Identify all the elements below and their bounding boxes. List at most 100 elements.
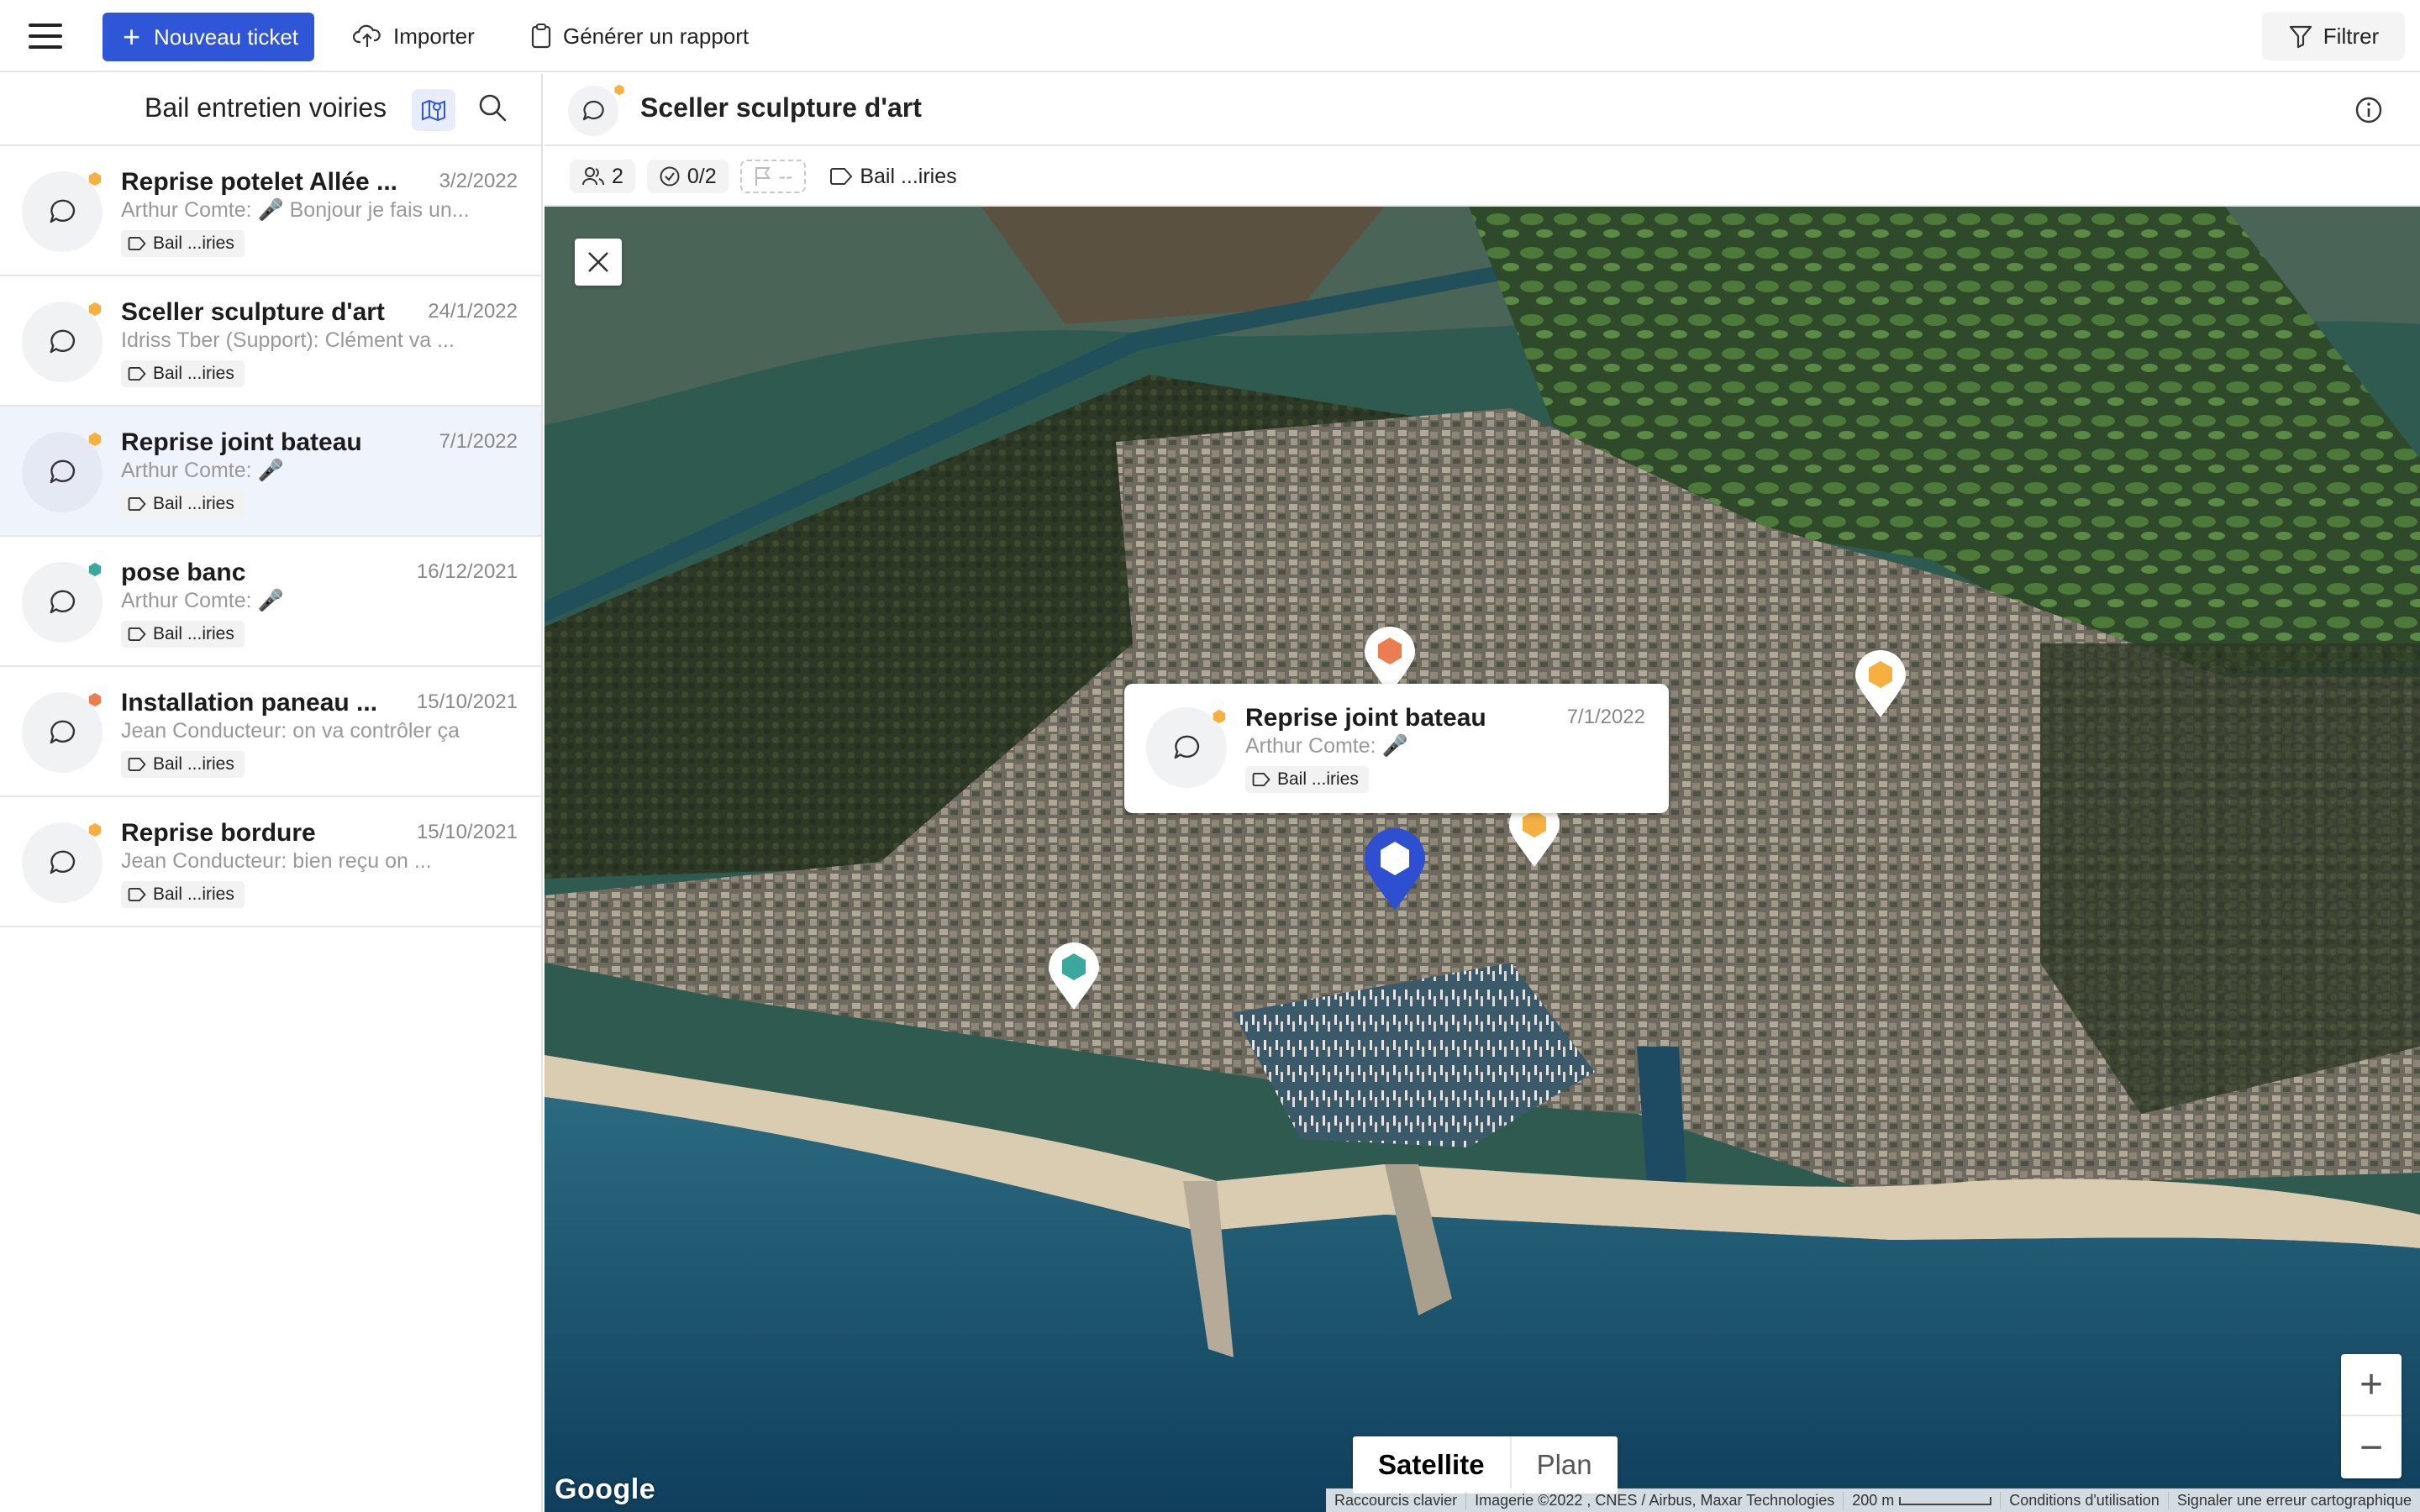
ticket-last-message: Arthur Comte: 🎤 xyxy=(121,589,284,612)
popup-date: 7/1/2022 xyxy=(1566,706,1645,728)
status-dot-icon xyxy=(1213,709,1226,724)
ticket-tag-label: Bail ...iries xyxy=(153,885,234,904)
chat-bubble-icon xyxy=(1174,735,1200,759)
tag-icon xyxy=(128,236,146,251)
satellite-option[interactable]: Satellite xyxy=(1353,1436,1512,1494)
popup-tag: Bail ...iries xyxy=(1245,766,1369,793)
status-dot-icon xyxy=(88,432,102,447)
close-map-button[interactable] xyxy=(575,239,622,286)
popup-tag-label: Bail ...iries xyxy=(1277,769,1359,789)
zoom-in-button[interactable]: + xyxy=(2341,1354,2402,1416)
map-ticket-popup[interactable]: Reprise joint bateau 7/1/2022 Arthur Com… xyxy=(1124,684,1669,813)
chat-bubble-icon xyxy=(50,329,76,354)
tag-label: Bail ...iries xyxy=(860,164,957,188)
ticket-list: Reprise potelet Allée ... 3/2/2022 Arthur … xyxy=(0,146,541,927)
ticket-marker-teal[interactable] xyxy=(1047,942,1101,1011)
status-dot-icon xyxy=(88,822,102,837)
ticket-last-message: Idriss Tber (Support): Clément va ... xyxy=(121,328,455,352)
search-icon[interactable] xyxy=(477,92,509,124)
ticket-tag: Bail ...iries xyxy=(121,491,245,517)
generate-report-button[interactable]: Générer un rapport xyxy=(531,17,749,55)
import-button[interactable]: Importer xyxy=(353,17,475,55)
ticket-tag: Bail ...iries xyxy=(121,360,245,387)
google-logo: Google xyxy=(555,1473,656,1505)
tag-icon xyxy=(128,627,146,642)
ticket-list-item[interactable]: Installation paneau ... 15/10/2021 Jean Co… xyxy=(0,667,541,797)
ticket-last-message: Jean Conducteur: bien reçu on ... xyxy=(121,849,432,873)
ticket-detail-header: Sceller sculpture d'art xyxy=(544,74,2420,146)
map-type-switch: Satellite Plan xyxy=(1353,1436,1618,1494)
filter-button[interactable]: Filtrer xyxy=(2262,12,2405,60)
status-dot-icon xyxy=(88,562,102,577)
ticket-tag-label: Bail ...iries xyxy=(153,234,234,253)
ticket-title: Reprise joint bateau xyxy=(121,428,362,456)
tasks-count: 0/2 xyxy=(687,164,717,188)
new-ticket-label: Nouveau ticket xyxy=(154,24,299,50)
map-scale[interactable]: 200 m xyxy=(1843,1491,2000,1509)
terms-link[interactable]: Conditions d'utilisation xyxy=(2000,1491,2168,1509)
import-label: Importer xyxy=(393,23,475,49)
satellite-map[interactable]: Reprise joint bateau 7/1/2022 Arthur Com… xyxy=(544,207,2420,1512)
clipboard-icon xyxy=(531,24,551,49)
tasks-chip[interactable]: 0/2 xyxy=(646,160,729,193)
keyboard-shortcuts-link[interactable]: Raccourcis clavier xyxy=(1326,1492,1465,1509)
ticket-last-message: Jean Conducteur: on va contrôler ça xyxy=(121,719,460,743)
ticket-avatar xyxy=(568,86,618,136)
satellite-imagery xyxy=(544,207,2420,1512)
menu-icon[interactable] xyxy=(29,24,62,49)
popup-title: Reprise joint bateau xyxy=(1245,704,1486,732)
info-icon[interactable] xyxy=(2354,96,2383,124)
ticket-tag-label: Bail ...iries xyxy=(153,754,234,774)
priority-chip[interactable]: -- xyxy=(739,160,807,193)
project-title: Bail entretien voiries xyxy=(145,92,387,123)
report-error-link[interactable]: Signaler une erreur cartographique xyxy=(2167,1491,2420,1509)
map-attribution: Raccourcis clavier Imagerie ©2022 , CNES… xyxy=(1326,1488,2420,1512)
cloud-upload-icon xyxy=(353,24,381,47)
tag-icon xyxy=(128,366,146,381)
popup-subtitle: Arthur Comte: 🎤 xyxy=(1245,734,1408,758)
selected-ticket-marker[interactable] xyxy=(1363,828,1427,912)
status-dot-icon xyxy=(88,302,102,317)
ticket-list-item[interactable]: pose banc 16/12/2021 Arthur Comte: 🎤 Bail .… xyxy=(0,537,541,667)
chat-bubble-icon xyxy=(50,720,76,744)
zoom-controls: + − xyxy=(2341,1354,2402,1478)
chat-bubble-icon xyxy=(50,590,76,614)
users-icon xyxy=(582,167,604,186)
ticket-date: 15/10/2021 xyxy=(416,821,518,843)
status-dot-icon xyxy=(88,171,102,186)
imagery-credit: Imagerie ©2022 , CNES / Airbus, Maxar Te… xyxy=(1465,1491,1843,1509)
close-icon xyxy=(588,252,608,272)
chat-bubble-icon xyxy=(50,850,76,874)
ticket-tag: Bail ...iries xyxy=(121,230,245,257)
ticket-tag: Bail ...iries xyxy=(121,621,245,648)
ticket-date: 15/10/2021 xyxy=(416,690,518,713)
sidebar-header: Bail entretien voiries xyxy=(0,74,541,146)
chat-bubble-icon xyxy=(50,459,76,484)
status-dot-icon xyxy=(88,692,102,707)
filter-label: Filtrer xyxy=(2323,23,2380,49)
ticket-list-item[interactable]: Reprise bordure 15/10/2021 Jean Conducteur… xyxy=(0,797,541,927)
tag-chip[interactable]: Bail ...iries xyxy=(818,160,968,193)
tag-icon xyxy=(1252,772,1270,787)
ticket-list-item[interactable]: Reprise joint bateau 7/1/2022 Arthur Comte… xyxy=(0,407,541,537)
scale-label: 200 m xyxy=(1852,1491,1895,1509)
ticket-marker-yellow[interactable] xyxy=(1854,650,1907,719)
ticket-tag: Bail ...iries xyxy=(121,881,245,908)
participants-count: 2 xyxy=(612,164,623,188)
map-view-toggle[interactable] xyxy=(412,89,455,131)
ticket-list-item[interactable]: Sceller sculpture d'art 24/1/2022 Idriss T… xyxy=(0,276,541,407)
new-ticket-button[interactable]: + Nouveau ticket xyxy=(103,13,314,61)
status-dot-icon xyxy=(614,84,624,96)
zoom-out-button[interactable]: − xyxy=(2341,1416,2402,1478)
filter-icon xyxy=(2289,25,2312,49)
check-circle-icon xyxy=(660,166,680,186)
plus-icon: + xyxy=(123,19,141,54)
ticket-list-item[interactable]: Reprise potelet Allée ... 3/2/2022 Arthur … xyxy=(0,146,541,276)
chat-bubble-icon xyxy=(582,100,604,121)
ticket-title: Installation paneau ... xyxy=(121,689,378,717)
ticket-date: 24/1/2022 xyxy=(428,300,518,323)
ticket-title: Reprise bordure xyxy=(121,819,316,847)
participants-chip[interactable]: 2 xyxy=(570,160,635,193)
ticket-date: 16/12/2021 xyxy=(416,560,518,583)
plan-option[interactable]: Plan xyxy=(1512,1436,1618,1494)
